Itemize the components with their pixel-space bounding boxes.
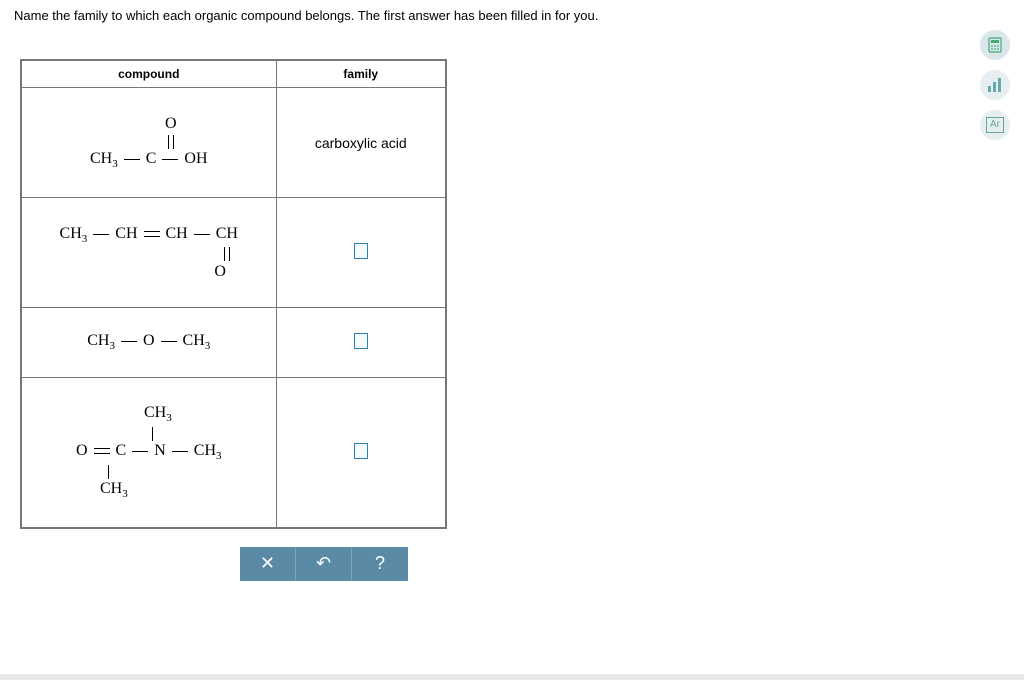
question-prompt: Name the family to which each organic co… (0, 0, 1024, 29)
compound-cell: O CH3 C OH (21, 88, 276, 198)
compound-table: compound family O CH3 C OH (20, 59, 447, 529)
family-answer-input[interactable] (354, 243, 368, 259)
undo-icon: ↶ (316, 553, 331, 574)
family-cell (276, 198, 446, 308)
table-row: CH3 CH CH CH O (21, 198, 446, 308)
compound-cell: CH3 O CH3 (21, 308, 276, 378)
formula-butenal: CH3 CH CH CH O (60, 225, 238, 280)
close-icon: ✕ (260, 553, 275, 574)
family-cell (276, 308, 446, 378)
table-row: CH3 O C N CH3 CH3 (21, 378, 446, 528)
clear-button[interactable]: ✕ (240, 547, 296, 581)
compound-cell: CH3 CH CH CH O (21, 198, 276, 308)
header-family: family (276, 60, 446, 88)
periodic-table-button[interactable]: Ar (980, 110, 1010, 140)
family-cell (276, 378, 446, 528)
side-tool-panel: Ar (980, 30, 1010, 140)
footer-divider (0, 674, 1024, 680)
formula-dimethylacetamide: CH3 O C N CH3 CH3 (76, 404, 222, 500)
family-cell: carboxylic acid (276, 88, 446, 198)
table-row: CH3 O CH3 (21, 308, 446, 378)
family-answer-input[interactable] (354, 333, 368, 349)
help-icon: ? (375, 553, 385, 574)
calculator-button[interactable] (980, 30, 1010, 60)
answer-table-wrap: compound family O CH3 C OH (20, 59, 1024, 581)
header-compound: compound (21, 60, 276, 88)
element-symbol-icon: Ar (986, 117, 1004, 133)
answer-toolbar: ✕ ↶ ? (240, 547, 1024, 581)
help-button[interactable]: ? (352, 547, 408, 581)
formula-acetic-acid: O CH3 C OH (90, 115, 208, 170)
undo-button[interactable]: ↶ (296, 547, 352, 581)
compound-cell: CH3 O C N CH3 CH3 (21, 378, 276, 528)
table-row: O CH3 C OH carboxylic acid (21, 88, 446, 198)
calculator-icon (987, 37, 1003, 53)
family-answer-filled: carboxylic acid (315, 135, 407, 151)
graph-button[interactable] (980, 70, 1010, 100)
bar-chart-icon (986, 76, 1004, 94)
formula-dimethyl-ether: CH3 O CH3 (87, 332, 210, 352)
family-answer-input[interactable] (354, 443, 368, 459)
